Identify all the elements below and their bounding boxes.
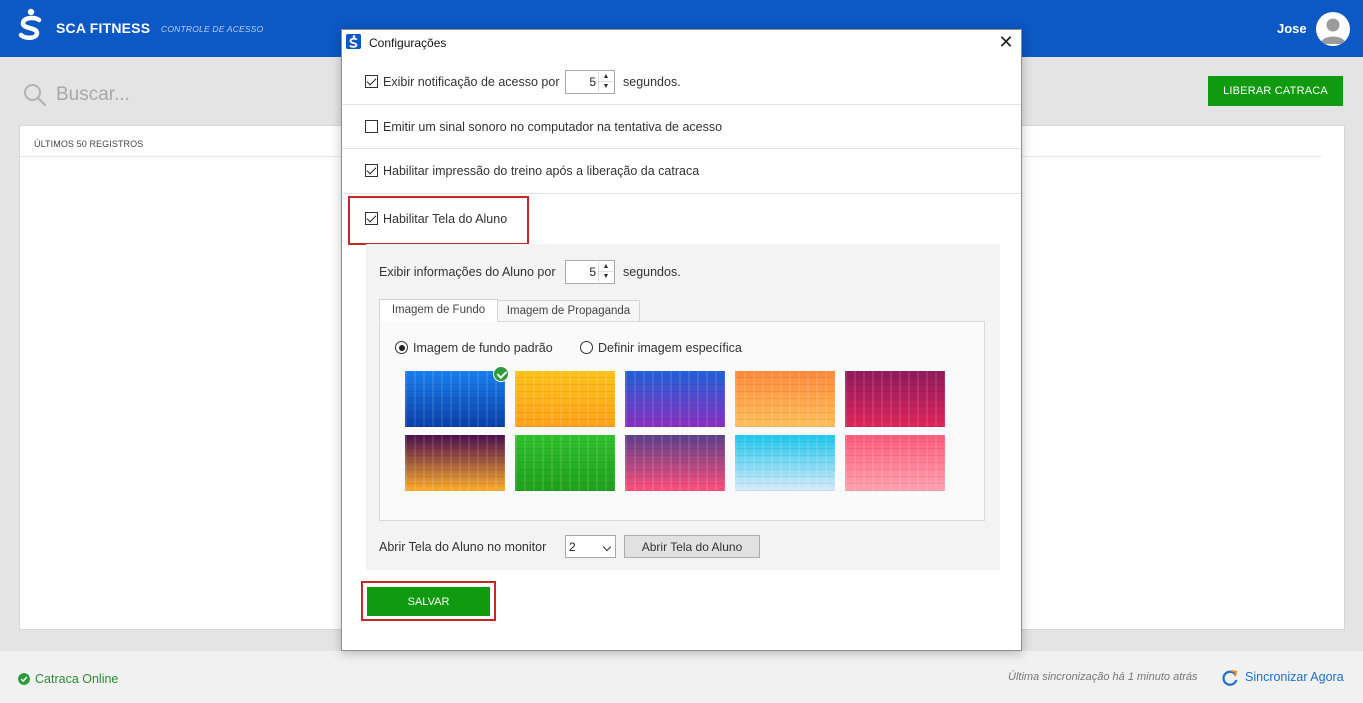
selected-check-icon: [493, 366, 509, 382]
sound-checkbox[interactable]: [365, 120, 378, 133]
sync-now-link[interactable]: Sincronizar Agora: [1245, 670, 1344, 684]
print-checkbox[interactable]: [365, 164, 378, 177]
print-label: Habilitar impressão do treino após a lib…: [383, 164, 700, 178]
sca-logo-icon: [18, 8, 42, 40]
sound-row: Emitir um sinal sonoro no computador na …: [342, 105, 1021, 149]
catraca-status: Catraca Online: [35, 672, 119, 686]
thumbnail-texture: [515, 435, 615, 491]
background-thumbnail[interactable]: [515, 435, 615, 491]
background-thumbnail[interactable]: [625, 371, 725, 427]
brand-subtitle: CONTROLE DE ACESSO: [161, 24, 264, 34]
thumbnail-texture: [845, 371, 945, 427]
radio-custom-background-label[interactable]: Definir imagem específica: [598, 341, 742, 355]
increment-icon[interactable]: ▲: [599, 72, 613, 82]
student-screen-panel: Exibir informações do Aluno por 5 ▲ ▼ se…: [366, 244, 1000, 570]
print-row: Habilitar impressão do treino após a lib…: [342, 149, 1021, 194]
dialog-title: Configurações: [369, 36, 447, 50]
thumbnail-texture: [625, 435, 725, 491]
background-tab-content: Imagem de fundo padrão Definir imagem es…: [379, 321, 985, 521]
notification-suffix: segundos.: [623, 75, 681, 89]
background-thumbnail[interactable]: [405, 435, 505, 491]
student-info-label: Exibir informações do Aluno por: [379, 265, 556, 279]
close-icon[interactable]: ✕: [994, 30, 1018, 54]
stepper-buttons: ▲ ▼: [598, 72, 613, 92]
increment-icon[interactable]: ▲: [599, 262, 613, 272]
stepper-buttons: ▲ ▼: [598, 262, 613, 282]
background-thumbnail[interactable]: [405, 371, 505, 427]
monitor-select-value: 2: [569, 540, 576, 554]
online-check-icon: [18, 673, 30, 685]
thumbnail-texture: [845, 435, 945, 491]
thumbnail-texture: [405, 371, 505, 427]
student-info-seconds-stepper[interactable]: 5 ▲ ▼: [565, 260, 615, 284]
avatar[interactable]: [1316, 12, 1350, 46]
thumbnail-texture: [735, 371, 835, 427]
sync-icon[interactable]: [1221, 669, 1239, 687]
background-thumbnail[interactable]: [735, 371, 835, 427]
brand-name: SCA FITNESS: [56, 20, 151, 36]
monitor-select[interactable]: 2: [565, 535, 616, 558]
radio-default-background-label[interactable]: Imagem de fundo padrão: [413, 341, 553, 355]
settings-dialog: Configurações ✕ Exibir notificação de ac…: [341, 29, 1022, 651]
student-screen-checkbox[interactable]: [365, 212, 378, 225]
search-input[interactable]: [56, 82, 316, 108]
chevron-down-icon: [602, 542, 612, 552]
background-thumbnail[interactable]: [625, 435, 725, 491]
notification-row: Exibir notificação de acesso por 5 ▲ ▼ s…: [342, 60, 1021, 105]
open-student-screen-button[interactable]: Abrir Tela do Aluno: [624, 535, 760, 558]
thumbnail-texture: [625, 371, 725, 427]
last-sync-text: Última sincronização há 1 minuto atrás: [1008, 671, 1198, 683]
user-silhouette-icon: [1320, 18, 1346, 44]
thumbnail-texture: [515, 371, 615, 427]
radio-default-background[interactable]: [395, 341, 408, 354]
thumbnail-texture: [405, 435, 505, 491]
user-name[interactable]: Jose: [1277, 21, 1307, 36]
radio-custom-background[interactable]: [580, 341, 593, 354]
sound-label: Emitir um sinal sonoro no computador na …: [383, 120, 723, 134]
decrement-icon[interactable]: ▼: [599, 82, 613, 92]
thumbnail-texture: [735, 435, 835, 491]
liberar-catraca-button[interactable]: LIBERAR CATRACA: [1208, 76, 1343, 106]
background-thumbnail[interactable]: [735, 435, 835, 491]
tab-imagem-de-fundo[interactable]: Imagem de Fundo: [379, 299, 498, 322]
student-info-seconds-value: 5: [589, 265, 596, 279]
notification-seconds-value: 5: [589, 75, 596, 89]
background-thumbnail[interactable]: [845, 371, 945, 427]
save-button[interactable]: SALVAR: [367, 587, 490, 616]
search-icon: [24, 84, 47, 107]
background-thumbnail[interactable]: [845, 435, 945, 491]
records-panel-title: ÚLTIMOS 50 REGISTROS: [34, 139, 144, 149]
student-screen-label: Habilitar Tela do Aluno: [383, 212, 508, 226]
tab-imagem-de-propaganda[interactable]: Imagem de Propaganda: [497, 300, 640, 323]
app-icon: [346, 34, 361, 49]
monitor-label: Abrir Tela do Aluno no monitor: [379, 540, 547, 554]
background-thumbnail[interactable]: [515, 371, 615, 427]
notification-seconds-stepper[interactable]: 5 ▲ ▼: [565, 70, 615, 94]
notification-label: Exibir notificação de acesso por: [383, 75, 560, 89]
notification-checkbox[interactable]: [365, 75, 378, 88]
student-info-suffix: segundos.: [623, 265, 681, 279]
decrement-icon[interactable]: ▼: [599, 272, 613, 282]
